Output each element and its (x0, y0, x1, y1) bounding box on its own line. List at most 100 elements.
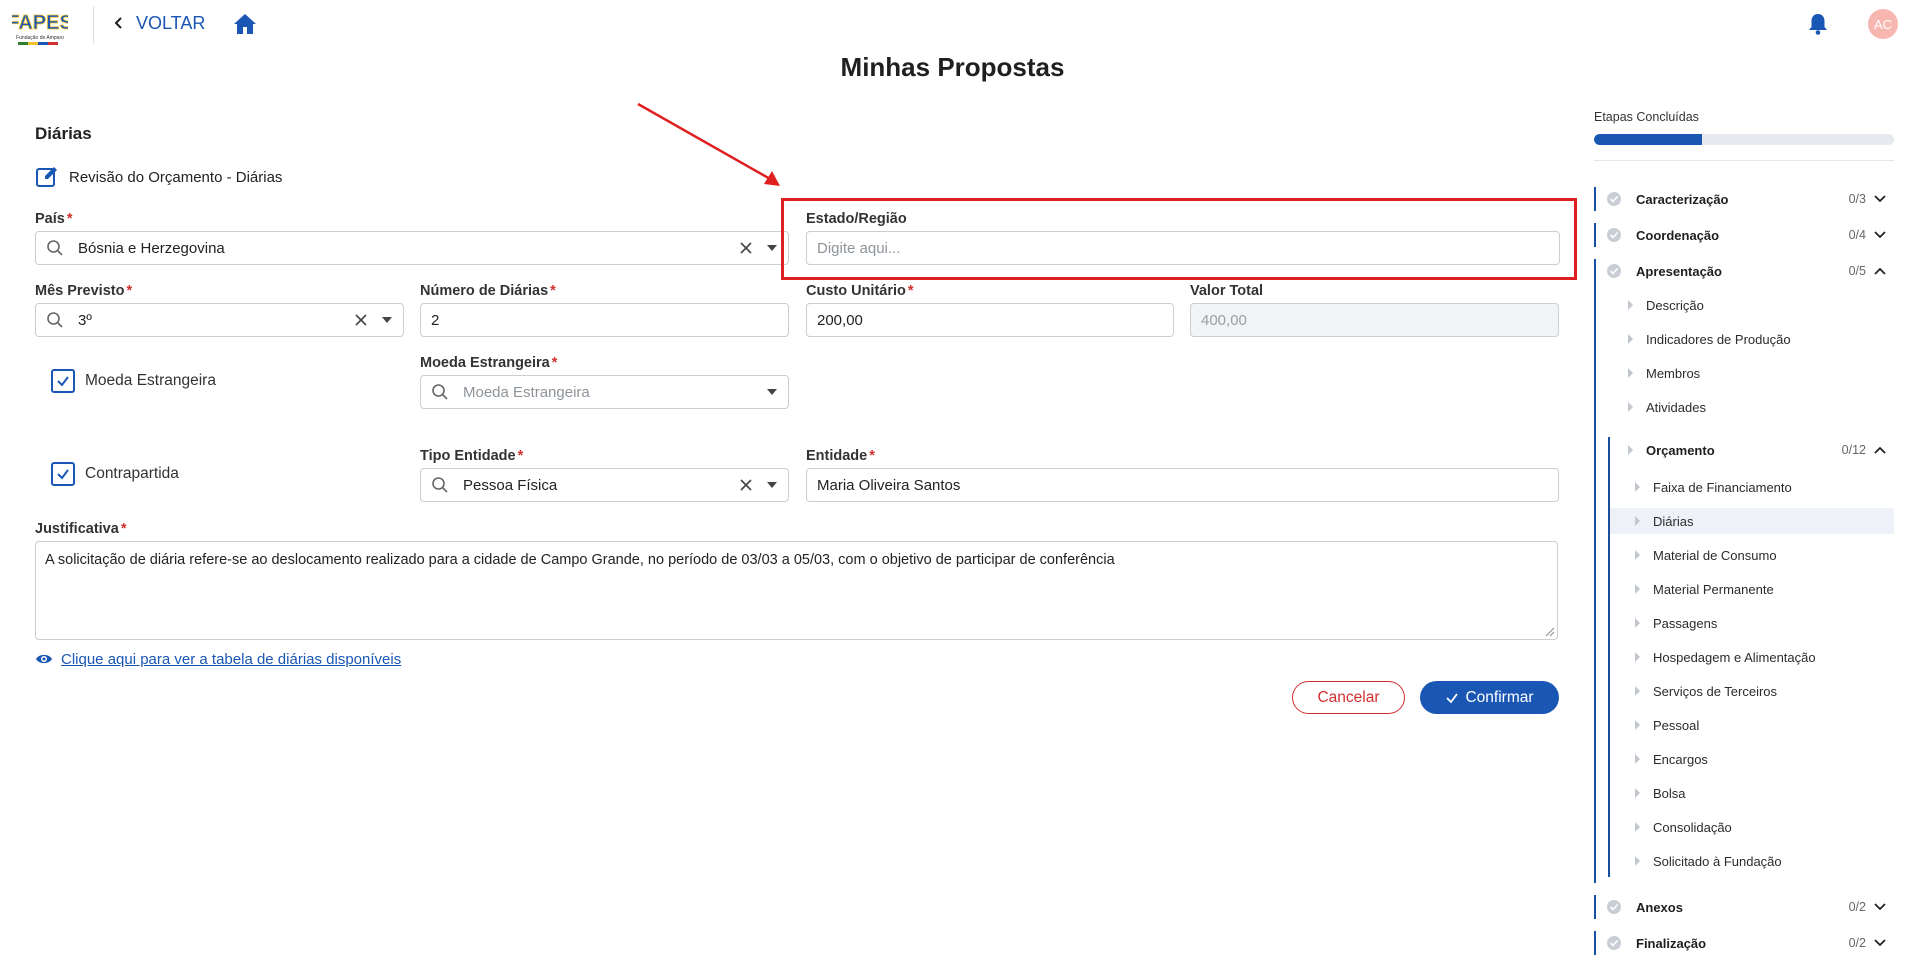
mes-value: 3º (78, 311, 92, 329)
checkbox-checked[interactable] (51, 462, 75, 486)
caret-right-icon (1635, 584, 1640, 594)
edit-icon (36, 167, 57, 187)
entidade-value: Maria Oliveira Santos (817, 476, 961, 494)
step-finalizacao[interactable]: Finalização 0/2 (1594, 930, 1894, 956)
check-circle-icon (1607, 936, 1621, 950)
caret-right-icon (1635, 720, 1640, 730)
check-icon (57, 469, 69, 480)
caret-right-icon (1628, 334, 1633, 344)
pais-label: País * (35, 211, 73, 227)
sidebar-item-atividades[interactable]: Atividades (1627, 394, 1894, 420)
chevron-left-icon (114, 17, 122, 29)
diarias-table-link-label: Clique aqui para ver a tabela de diárias… (61, 650, 402, 668)
diarias-table-link[interactable]: Clique aqui para ver a tabela de diárias… (35, 650, 401, 668)
chevron-up-icon (1874, 446, 1886, 454)
check-icon (57, 376, 69, 387)
clear-icon[interactable] (740, 479, 752, 491)
caret-right-icon (1628, 445, 1633, 455)
search-icon (432, 384, 448, 400)
step-anexos[interactable]: Anexos 0/2 (1594, 894, 1894, 920)
caret-right-icon (1635, 856, 1640, 866)
moeda-estrangeira-checkbox-label: Moeda Estrangeira (85, 372, 216, 389)
caret-right-icon (1635, 618, 1640, 628)
page-title: Minhas Propostas (840, 52, 1065, 82)
section-subtitle: Revisão do Orçamento - Diárias (35, 165, 282, 189)
check-circle-icon (1607, 264, 1621, 278)
caret-right-icon (1635, 516, 1640, 526)
sidebar-item-material-permanente[interactable]: Material Permanente (1634, 576, 1894, 602)
tipo-entidade-label: Tipo Entidade * (420, 448, 524, 464)
search-icon (47, 240, 63, 256)
pais-select[interactable]: Bósnia e Herzegovina (35, 231, 789, 265)
sidebar-item-diarias[interactable]: Diárias (1610, 508, 1894, 534)
sidebar-item-material-de-consumo[interactable]: Material de Consumo (1634, 542, 1894, 568)
clear-icon[interactable] (355, 314, 367, 326)
caret-down-icon[interactable] (381, 316, 393, 324)
search-icon (47, 312, 63, 328)
justificativa-textarea[interactable]: A solicitação de diária refere-se ao des… (35, 541, 1558, 640)
sidebar-item-solicitado-a-fundacao[interactable]: Solicitado à Fundação (1634, 848, 1894, 874)
entidade-label: Entidade * (806, 448, 875, 464)
contrapartida-checkbox[interactable]: Contrapartida (51, 462, 179, 486)
moeda-select[interactable]: Moeda Estrangeira (420, 375, 789, 409)
custo-value: 200,00 (817, 311, 863, 329)
caret-down-icon[interactable] (766, 244, 778, 252)
clear-icon[interactable] (740, 242, 752, 254)
sidebar-item-orcamento[interactable]: Orçamento 0/12 (1627, 437, 1894, 463)
home-icon (234, 14, 256, 34)
caret-down-icon[interactable] (766, 388, 778, 396)
checkbox-checked[interactable] (51, 369, 75, 393)
sidebar-item-faixa-de-financiamento[interactable]: Faixa de Financiamento (1634, 474, 1894, 500)
header-divider (93, 6, 94, 44)
sidebar-item-indicadores-de-producao[interactable]: Indicadores de Produção (1627, 326, 1894, 352)
caret-right-icon (1635, 686, 1640, 696)
home-button[interactable] (232, 11, 258, 37)
sidebar-item-hospedagem-e-alimentacao[interactable]: Hospedagem e Alimentação (1634, 644, 1894, 670)
back-button[interactable]: VOLTAR (112, 10, 205, 36)
step-apresentacao[interactable]: Apresentação 0/5 (1594, 258, 1894, 284)
section-title: Diárias (35, 124, 92, 143)
num-diarias-input[interactable]: 2 (420, 303, 789, 337)
fapes-logo[interactable]: FAPES Fundação de Amparo (7, 4, 73, 48)
step-coordenacao[interactable]: Coordenação 0/4 (1594, 222, 1894, 248)
custo-input[interactable]: 200,00 (806, 303, 1174, 337)
sidebar-item-membros[interactable]: Membros (1627, 360, 1894, 386)
caret-right-icon (1635, 788, 1640, 798)
caret-right-icon (1628, 300, 1633, 310)
moeda-label: Moeda Estrangeira * (420, 355, 558, 371)
user-avatar[interactable]: AC (1868, 9, 1898, 39)
sidebar-item-descricao[interactable]: Descrição (1627, 292, 1894, 318)
chevron-down-icon (1874, 231, 1886, 239)
sidebar-item-encargos[interactable]: Encargos (1634, 746, 1894, 772)
check-icon (1446, 692, 1459, 703)
caret-right-icon (1635, 482, 1640, 492)
resize-handle-icon[interactable] (1545, 627, 1555, 637)
step-caracterizacao[interactable]: Caracterização 0/3 (1594, 186, 1894, 212)
notifications-button[interactable] (1805, 11, 1831, 37)
valor-total-input: 400,00 (1190, 303, 1559, 337)
entidade-input[interactable]: Maria Oliveira Santos (806, 468, 1559, 502)
back-button-label: VOLTAR (136, 12, 206, 33)
mes-select[interactable]: 3º (35, 303, 404, 337)
confirm-button[interactable]: Confirmar (1420, 681, 1559, 714)
bell-icon (1809, 14, 1827, 35)
sidebar-item-pessoal[interactable]: Pessoal (1634, 712, 1894, 738)
check-circle-icon (1607, 192, 1621, 206)
num-diarias-value: 2 (431, 311, 440, 329)
progress-label: Etapas Concluídas (1594, 110, 1699, 124)
svg-text:FAPES: FAPES (12, 12, 68, 34)
cancel-button[interactable]: Cancelar (1292, 681, 1405, 714)
chevron-up-icon (1874, 267, 1886, 275)
sidebar-item-passagens[interactable]: Passagens (1634, 610, 1894, 636)
caret-down-icon[interactable] (766, 481, 778, 489)
caret-right-icon (1628, 402, 1633, 412)
sidebar-item-bolsa[interactable]: Bolsa (1634, 780, 1894, 806)
moeda-estrangeira-checkbox[interactable]: Moeda Estrangeira (51, 369, 216, 393)
sidebar-item-consolidacao[interactable]: Consolidação (1634, 814, 1894, 840)
tipo-entidade-select[interactable]: Pessoa Física (420, 468, 789, 502)
sidebar-item-servicos-de-terceiros[interactable]: Serviços de Terceiros (1634, 678, 1894, 704)
annotation-highlight-box (781, 198, 1577, 280)
pais-value: Bósnia e Herzegovina (78, 239, 225, 257)
caret-right-icon (1635, 754, 1640, 764)
check-circle-icon (1607, 900, 1621, 914)
